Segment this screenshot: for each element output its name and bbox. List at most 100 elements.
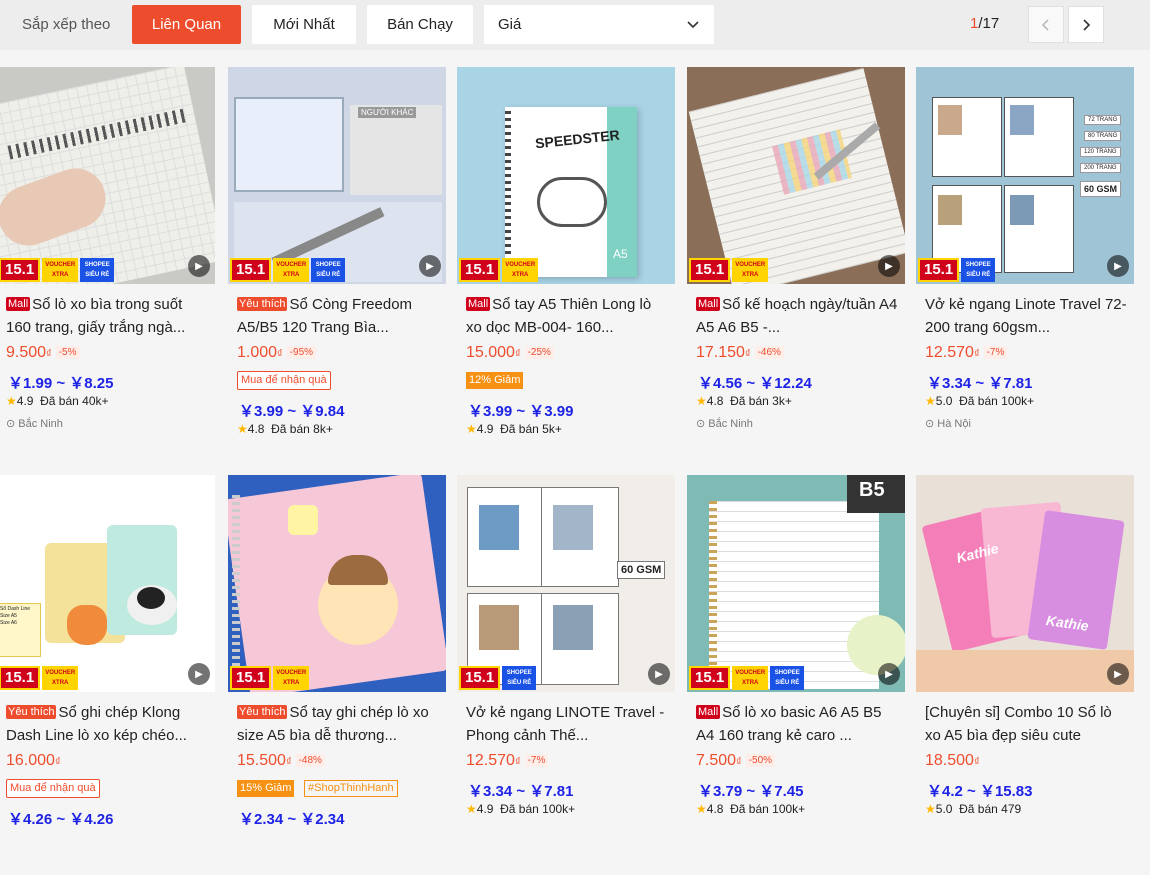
shopee-sieu-re-tag: SHOPEE SIÊU RẺ bbox=[502, 666, 537, 690]
product-title[interactable]: Mall Sổ kế hoạch ngày/tuần A4 A5 A6 B5 -.… bbox=[696, 293, 901, 339]
shopee-sieu-re-tag: SHOPEE SIÊU RẺ bbox=[770, 666, 805, 690]
play-video-icon[interactable]: ▶ bbox=[1107, 663, 1129, 685]
sale-date-tag: 15.1 bbox=[459, 258, 501, 282]
converted-price-range: ￥3.99 ~ ￥3.99 bbox=[468, 403, 574, 420]
gift-promo-tag: Mua để nhận quà bbox=[237, 371, 331, 390]
product-card[interactable]: 15.1 VOUCHER XTRA Yêu thích Sổ tay ghi chép… bbox=[228, 475, 446, 875]
product-image[interactable]: Sổ Dash Line Size A5 Size A6 15.1 VOUCHER XT… bbox=[0, 475, 215, 692]
sort-relevance-button[interactable]: Liên Quan bbox=[132, 5, 241, 44]
product-title[interactable]: Mall Sổ tay A5 Thiên Long lò xo dọc MB-00… bbox=[466, 293, 671, 339]
product-image[interactable]: 15.1 VOUCHER XTRA ▶ bbox=[687, 67, 905, 284]
sale-ribbon: 15.1 VOUCHER XTRA bbox=[0, 666, 79, 690]
product-card[interactable]: SPEEDSTER A5 15.1 VOUCHER XTRA Mall Sổ tay A5… bbox=[457, 67, 675, 467]
sale-date-tag: 15.1 bbox=[918, 258, 960, 282]
product-image[interactable]: SPEEDSTER A5 15.1 VOUCHER XTRA bbox=[457, 67, 675, 284]
play-video-icon[interactable]: ▶ bbox=[419, 255, 441, 277]
product-card[interactable]: 60 GSM 15.1 SHOPEE SIÊU RẺ ▶ Vở kẻ ngang LIN… bbox=[457, 475, 675, 875]
price-value: 15.000 bbox=[466, 344, 515, 361]
rating-sold: ★4.9 Đã bán 100k+ bbox=[466, 802, 575, 816]
currency-symbol: ₫ bbox=[514, 756, 521, 768]
play-video-icon[interactable]: ▶ bbox=[648, 663, 670, 685]
sold-count: Đã bán 5k+ bbox=[500, 422, 562, 436]
converted-price-range: ￥3.34 ~ ￥7.81 bbox=[927, 375, 1033, 392]
product-image[interactable]: 72 TRANG 80 TRANG 120 TRANG 200 TRANG 60 GSM… bbox=[916, 67, 1134, 284]
rating-value: 4.8 bbox=[247, 422, 265, 436]
image-text-60gsm-2: 60 GSM bbox=[617, 561, 666, 579]
image-text-72: 72 TRANG bbox=[1084, 115, 1122, 125]
converted-price-range: ￥3.79 ~ ￥7.45 bbox=[698, 783, 804, 800]
product-title[interactable]: Vở kẻ ngang LINOTE Travel - Phong cảnh T… bbox=[466, 701, 671, 747]
play-video-icon[interactable]: ▶ bbox=[1107, 255, 1129, 277]
price-value: 15.500 bbox=[237, 752, 286, 769]
converted-price-range: ￥4.2 ~ ￥15.83 bbox=[927, 783, 1033, 800]
sale-date-tag: 15.1 bbox=[689, 666, 731, 690]
discount-badge: -7% bbox=[524, 754, 549, 767]
product-title[interactable]: Yêu thích Sổ tay ghi chép lò xo size A5 b… bbox=[237, 701, 442, 747]
location-text: Hà Nội bbox=[937, 418, 971, 430]
product-card[interactable]: B5 15.1 VOUCHER XTRA SHOPEE SIÊU RẺ ▶ Mall Sổ … bbox=[687, 475, 905, 875]
product-image[interactable]: NGƯỜI KHÁC 15.1 VOUCHER XTRA SHOPEE SIÊU RẺ… bbox=[228, 67, 446, 284]
product-price: 16.000₫ bbox=[6, 752, 61, 770]
product-image[interactable]: 15.1 VOUCHER XTRA SHOPEE SIÊU RẺ ▶ bbox=[0, 67, 215, 284]
image-text-80: 80 TRANG bbox=[1084, 131, 1122, 141]
product-title-text: Sổ kế hoạch ngày/tuần A4 A5 A6 B5 -... bbox=[696, 296, 898, 336]
price-value: 1.000 bbox=[237, 344, 278, 361]
product-card[interactable]: 15.1 VOUCHER XTRA SHOPEE SIÊU RẺ ▶ Mall Sổ lò… bbox=[0, 67, 215, 467]
play-video-icon[interactable]: ▶ bbox=[188, 663, 210, 685]
rating-sold: ★4.9 Đã bán 5k+ bbox=[466, 422, 562, 436]
sale-date-tag: 15.1 bbox=[230, 258, 272, 282]
product-card[interactable]: 72 TRANG 80 TRANG 120 TRANG 200 TRANG 60 GSM… bbox=[916, 67, 1134, 467]
product-image[interactable]: 60 GSM 15.1 SHOPEE SIÊU RẺ ▶ bbox=[457, 475, 675, 692]
discount-badge: -7% bbox=[983, 346, 1008, 359]
product-card[interactable]: Sổ Dash Line Size A5 Size A6 15.1 VOUCHER XT… bbox=[0, 475, 215, 875]
rating-value: 4.9 bbox=[476, 422, 494, 436]
rating-value: 4.9 bbox=[476, 802, 494, 816]
page-indicator: 1/17 bbox=[970, 15, 999, 32]
product-card[interactable]: Kathie Kathie ▶ [Chuyên sỉ] Combo 10 Sổ lò … bbox=[916, 475, 1134, 875]
price-value: 17.150 bbox=[696, 344, 745, 361]
next-page-button[interactable] bbox=[1068, 6, 1104, 43]
currency-symbol: ₫ bbox=[514, 348, 521, 360]
sold-count: Đã bán 100k+ bbox=[500, 802, 576, 816]
product-title-text: Vở kẻ ngang Linote Travel 72-200 trang 6… bbox=[925, 296, 1127, 336]
price-value: 18.500 bbox=[925, 752, 974, 769]
product-price: 15.500₫ -48% bbox=[237, 752, 325, 770]
product-title[interactable]: Yêu thích Sổ ghi chép Klong Dash Line lò … bbox=[6, 701, 211, 747]
rating-sold: ★5.0 Đã bán 479 bbox=[925, 802, 1021, 816]
product-title[interactable]: Yêu thích Sổ Còng Freedom A5/B5 120 Trang… bbox=[237, 293, 442, 339]
product-image[interactable]: B5 15.1 VOUCHER XTRA SHOPEE SIÊU RẺ ▶ bbox=[687, 475, 905, 692]
currency-symbol: ₫ bbox=[973, 348, 980, 360]
sort-bestseller-button[interactable]: Bán Chạy bbox=[367, 5, 473, 44]
image-text-b5: B5 bbox=[859, 479, 885, 501]
product-image[interactable]: Kathie Kathie ▶ bbox=[916, 475, 1134, 692]
product-title[interactable]: Vở kẻ ngang Linote Travel 72-200 trang 6… bbox=[925, 293, 1130, 339]
product-price: 12.570₫ -7% bbox=[466, 752, 549, 770]
product-price: 18.500₫ bbox=[925, 752, 980, 770]
play-video-icon[interactable]: ▶ bbox=[188, 255, 210, 277]
image-tag-text: NGƯỜI KHÁC bbox=[358, 107, 417, 118]
prev-page-button[interactable] bbox=[1028, 6, 1064, 43]
star-icon: ★ bbox=[696, 394, 707, 408]
page-total: /17 bbox=[978, 15, 1000, 32]
product-image[interactable]: 15.1 VOUCHER XTRA bbox=[228, 475, 446, 692]
mall-badge: Mall bbox=[696, 705, 721, 719]
location-text: Bắc Ninh bbox=[708, 418, 753, 430]
sort-newest-button[interactable]: Mới Nhất bbox=[252, 5, 356, 44]
product-title[interactable]: [Chuyên sỉ] Combo 10 Sổ lò xo A5 bìa đẹp… bbox=[925, 701, 1130, 747]
converted-price-range: ￥3.99 ~ ￥9.84 bbox=[239, 403, 345, 420]
mall-badge: Mall bbox=[6, 297, 31, 311]
converted-price-range: ￥4.26 ~ ￥4.26 bbox=[8, 811, 114, 828]
play-video-icon[interactable]: ▶ bbox=[878, 663, 900, 685]
location-pin-icon: ⊙ bbox=[925, 418, 935, 430]
product-card[interactable]: NGƯỜI KHÁC 15.1 VOUCHER XTRA SHOPEE SIÊU RẺ… bbox=[228, 67, 446, 467]
product-title[interactable]: Mall Sổ lò xo basic A6 A5 B5 A4 160 trang… bbox=[696, 701, 901, 747]
sale-ribbon: 15.1 VOUCHER XTRA bbox=[230, 666, 310, 690]
voucher-xtra-tag: VOUCHER XTRA bbox=[42, 666, 79, 690]
rating-value: 4.9 bbox=[16, 394, 34, 408]
product-title[interactable]: Mall Sổ lò xo bìa trong suốt 160 trang, g… bbox=[6, 293, 211, 339]
product-title-text: Sổ lò xo basic A6 A5 B5 A4 160 trang kẻ … bbox=[696, 704, 882, 744]
product-card[interactable]: 15.1 VOUCHER XTRA ▶ Mall Sổ kế hoạch ngày/tu… bbox=[687, 67, 905, 467]
price-sort-select[interactable]: Giá bbox=[484, 5, 714, 44]
shopee-sieu-re-tag: SHOPEE SIÊU RẺ bbox=[961, 258, 996, 282]
play-video-icon[interactable]: ▶ bbox=[878, 255, 900, 277]
